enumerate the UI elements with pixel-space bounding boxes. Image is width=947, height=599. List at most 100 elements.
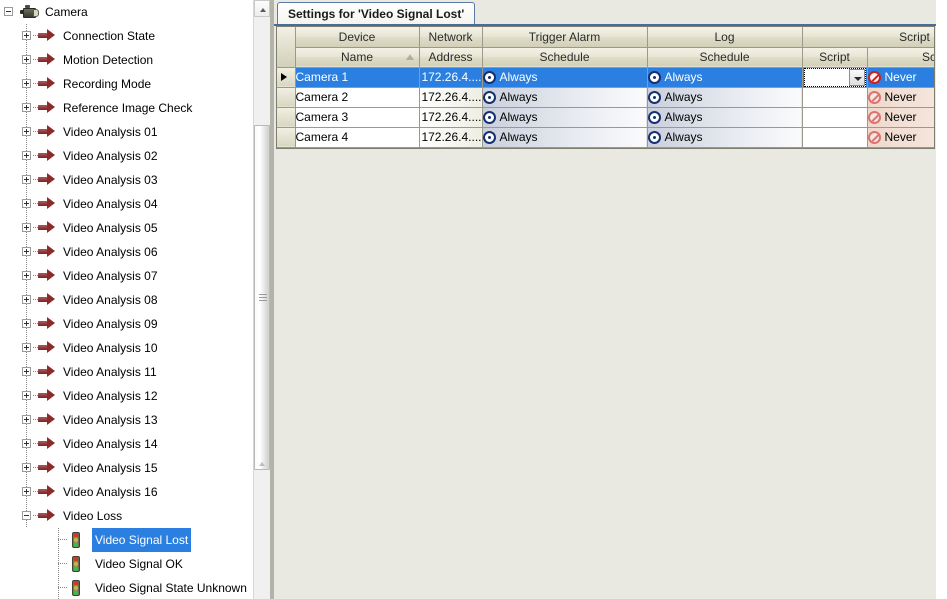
script-dropdown[interactable] [803, 67, 866, 86]
cell-script-schedule[interactable]: Never [867, 127, 934, 148]
tree-item-video-analysis-07[interactable]: Video Analysis 07 [0, 264, 252, 288]
expand-toggle-icon[interactable] [22, 415, 31, 424]
tree-vertical-scrollbar[interactable] [253, 0, 270, 599]
chevron-down-icon[interactable] [848, 68, 865, 86]
expand-toggle-icon[interactable] [22, 439, 31, 448]
cell-script[interactable] [802, 127, 868, 148]
tree-item-connection-state[interactable]: Connection State [0, 24, 252, 48]
cell-script-schedule[interactable]: Never [867, 67, 934, 88]
scrollbar-thumb[interactable] [254, 125, 270, 470]
tree-item-video-signal-state-unknown[interactable]: Video Signal State Unknown [0, 576, 252, 599]
expand-toggle-icon[interactable] [22, 247, 31, 256]
cell-trigger-alarm-schedule[interactable]: Always [482, 87, 648, 108]
tree-item-video-analysis-01[interactable]: Video Analysis 01 [0, 120, 252, 144]
expand-toggle-icon[interactable] [22, 343, 31, 352]
tree-item-video-analysis-05[interactable]: Video Analysis 05 [0, 216, 252, 240]
expand-toggle-icon[interactable] [22, 199, 31, 208]
cell-log-schedule[interactable]: Always [647, 87, 803, 108]
tree-item-video-analysis-11[interactable]: Video Analysis 11 [0, 360, 252, 384]
event-tree: Camera Connection State Motion Detection Re… [0, 0, 252, 599]
expand-toggle-icon[interactable] [22, 319, 31, 328]
tree-item-video-analysis-16[interactable]: Video Analysis 16 [0, 480, 252, 504]
cell-trigger-alarm-schedule[interactable]: Always [482, 107, 648, 128]
cell-device-name[interactable]: Camera 1 [295, 67, 420, 88]
tree-item-video-analysis-08[interactable]: Video Analysis 08 [0, 288, 252, 312]
scroll-up-button[interactable] [254, 0, 270, 17]
cell-script[interactable] [802, 87, 868, 108]
tree-item-video-analysis-12[interactable]: Video Analysis 12 [0, 384, 252, 408]
group-header-network[interactable]: Network [419, 27, 483, 48]
column-header-trigger-schedule[interactable]: Schedule [482, 47, 648, 68]
column-header-log-schedule[interactable]: Schedule [647, 47, 803, 68]
cell-network-address[interactable]: 172.26.4.... [419, 127, 483, 148]
cell-text: Always [499, 69, 538, 84]
group-header-script[interactable]: Script [802, 27, 934, 48]
table-row[interactable]: Camera 4 172.26.4.... Always Always Never [277, 127, 934, 148]
row-indicator-cell[interactable] [277, 107, 296, 128]
tab-settings-for-video-signal-lost[interactable]: Settings for 'Video Signal Lost' [277, 2, 476, 25]
cell-device-name[interactable]: Camera 4 [295, 127, 420, 148]
column-header-address[interactable]: Address [419, 47, 483, 68]
expand-toggle-icon[interactable] [22, 271, 31, 280]
application-window: Camera Connection State Motion Detection Re… [0, 0, 947, 599]
cell-log-schedule[interactable]: Always [647, 127, 803, 148]
expand-toggle-icon[interactable] [22, 295, 31, 304]
tree-item-reference-image-check[interactable]: Reference Image Check [0, 96, 252, 120]
cell-network-address[interactable]: 172.26.4.... [419, 107, 483, 128]
expand-toggle-icon[interactable] [22, 127, 31, 136]
cell-script[interactable] [802, 67, 868, 88]
row-indicator-cell[interactable] [277, 127, 296, 148]
cell-script-schedule[interactable]: Never [867, 107, 934, 128]
tree-item-video-analysis-10[interactable]: Video Analysis 10 [0, 336, 252, 360]
tree-item-video-analysis-14[interactable]: Video Analysis 14 [0, 432, 252, 456]
collapse-toggle-icon[interactable] [4, 7, 13, 16]
column-header-script[interactable]: Script [802, 47, 868, 68]
cell-network-address[interactable]: 172.26.4.... [419, 87, 483, 108]
tree-item-video-analysis-04[interactable]: Video Analysis 04 [0, 192, 252, 216]
tree-item-video-signal-lost[interactable]: Video Signal Lost [0, 528, 252, 552]
expand-toggle-icon[interactable] [22, 103, 31, 112]
table-row[interactable]: Camera 2 172.26.4.... Always Always Never [277, 87, 934, 108]
expand-toggle-icon[interactable] [22, 175, 31, 184]
expand-toggle-icon[interactable] [22, 391, 31, 400]
expand-toggle-icon[interactable] [22, 79, 31, 88]
row-indicator-cell[interactable] [277, 67, 296, 88]
tree-item-camera[interactable]: Camera [0, 0, 252, 24]
tree-item-video-analysis-03[interactable]: Video Analysis 03 [0, 168, 252, 192]
cell-text: Always [664, 129, 703, 144]
expand-toggle-icon[interactable] [22, 463, 31, 472]
table-row[interactable]: Camera 3 172.26.4.... Always Always Never [277, 107, 934, 128]
expand-toggle-icon[interactable] [22, 367, 31, 376]
expand-toggle-icon[interactable] [22, 223, 31, 232]
expand-toggle-icon[interactable] [22, 151, 31, 160]
tree-item-video-analysis-06[interactable]: Video Analysis 06 [0, 240, 252, 264]
column-header-script-schedule[interactable]: Schedule [867, 47, 934, 68]
expand-toggle-icon[interactable] [22, 31, 31, 40]
expand-toggle-icon[interactable] [22, 487, 31, 496]
tree-item-recording-mode[interactable]: Recording Mode [0, 72, 252, 96]
table-row[interactable]: Camera 1 172.26.4.... Always Always Never [277, 67, 934, 88]
column-header-name[interactable]: Name [295, 47, 420, 68]
cell-script[interactable] [802, 107, 868, 128]
expand-toggle-icon[interactable] [22, 55, 31, 64]
group-header-device[interactable]: Device [295, 27, 420, 48]
tree-item-video-loss[interactable]: Video Loss [0, 504, 252, 528]
tree-item-video-analysis-15[interactable]: Video Analysis 15 [0, 456, 252, 480]
cell-trigger-alarm-schedule[interactable]: Always [482, 127, 648, 148]
tree-item-video-analysis-09[interactable]: Video Analysis 09 [0, 312, 252, 336]
cell-log-schedule[interactable]: Always [647, 67, 803, 88]
tree-item-video-analysis-02[interactable]: Video Analysis 02 [0, 144, 252, 168]
cell-device-name[interactable]: Camera 2 [295, 87, 420, 108]
group-header-trigger-alarm[interactable]: Trigger Alarm [482, 27, 648, 48]
cell-script-schedule[interactable]: Never [867, 87, 934, 108]
cell-log-schedule[interactable]: Always [647, 107, 803, 128]
cell-device-name[interactable]: Camera 3 [295, 107, 420, 128]
collapse-toggle-icon[interactable] [22, 511, 31, 520]
cell-network-address[interactable]: 172.26.4.... [419, 67, 483, 88]
tree-item-video-analysis-13[interactable]: Video Analysis 13 [0, 408, 252, 432]
row-indicator-cell[interactable] [277, 87, 296, 108]
tree-item-motion-detection[interactable]: Motion Detection [0, 48, 252, 72]
tree-item-video-signal-ok[interactable]: Video Signal OK [0, 552, 252, 576]
group-header-log[interactable]: Log [647, 27, 803, 48]
cell-trigger-alarm-schedule[interactable]: Always [482, 67, 648, 88]
